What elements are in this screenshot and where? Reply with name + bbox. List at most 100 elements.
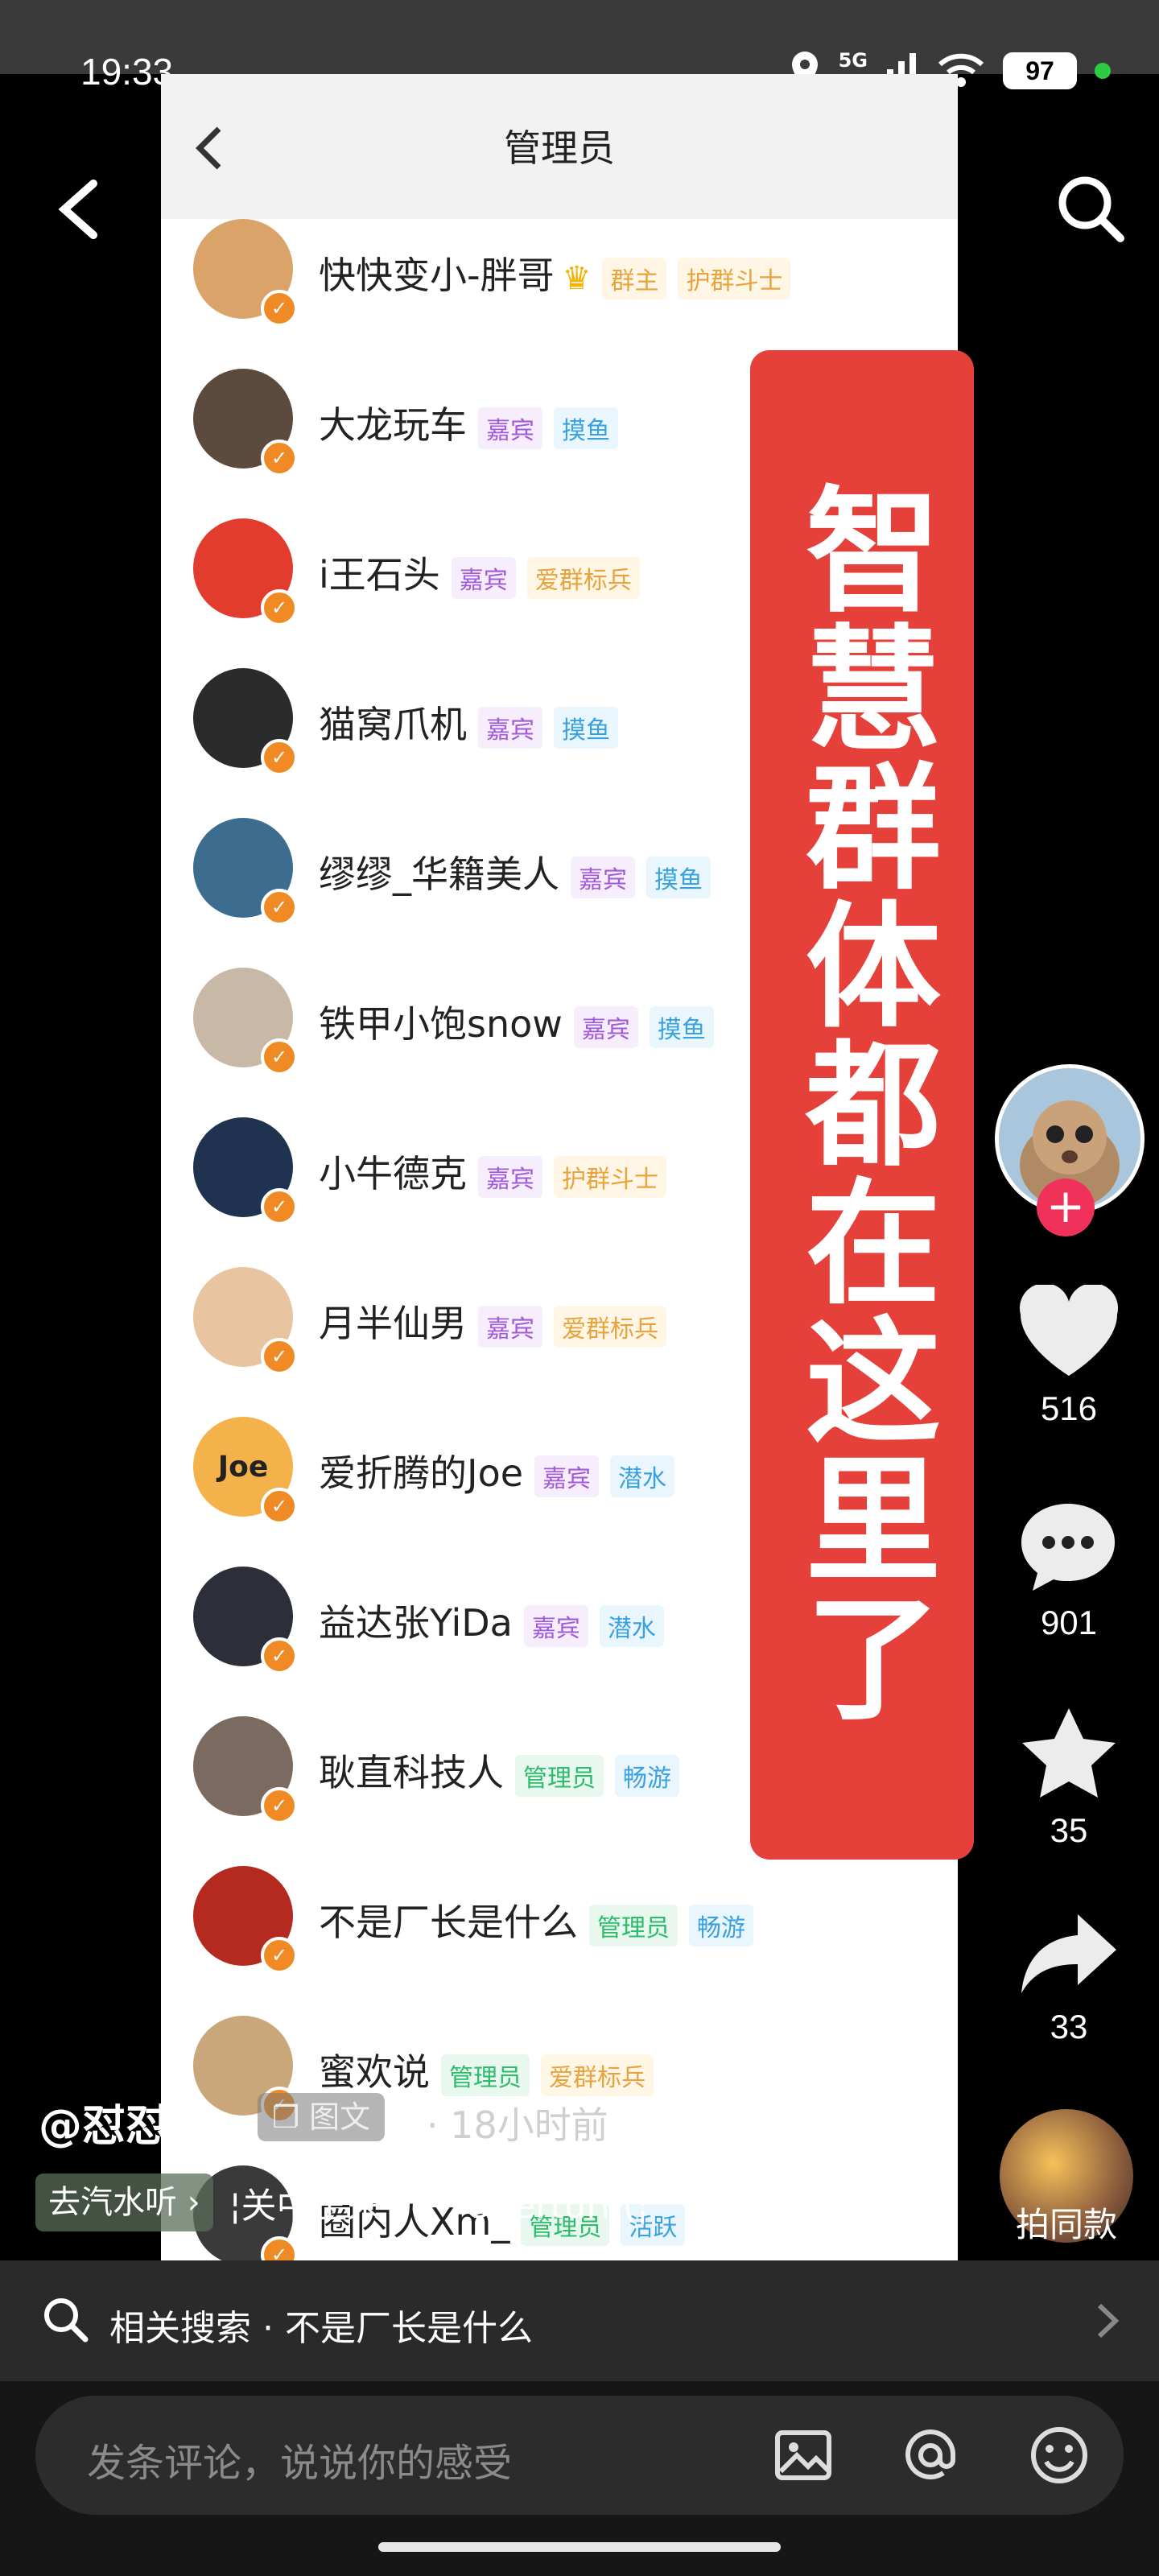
member-tag: 潜水 xyxy=(610,1455,675,1497)
share-count: 33 xyxy=(1050,2008,1088,2046)
network-label: 5G xyxy=(838,49,868,72)
member-row[interactable]: ✓ 不是厂长是什么 管理员 畅游 xyxy=(161,1842,958,1992)
image-post-icon: ❐ xyxy=(272,2099,300,2135)
banner-text: 智慧群体都在这里了 xyxy=(782,480,941,1726)
verified-badge-icon: ✓ xyxy=(261,1937,298,1974)
member-name: 不是厂长是什么 xyxy=(319,1901,578,1944)
member-tag: 潜水 xyxy=(599,1604,664,1647)
member-tag: 嘉宾 xyxy=(478,1155,542,1198)
member-tag: 摸鱼 xyxy=(554,407,618,449)
verified-badge-icon: ✓ xyxy=(261,290,298,327)
member-tag: 嘉宾 xyxy=(451,556,516,599)
verified-badge-icon: ✓ xyxy=(261,1787,298,1824)
member-name-line: 益达张YiDa 嘉宾 潜水 xyxy=(319,1594,664,1647)
member-tag: 护群斗士 xyxy=(678,257,791,299)
verified-badge-icon: ✓ xyxy=(261,440,298,477)
member-name: 铁甲小饱snow xyxy=(319,1002,563,1046)
member-tag: 管理员 xyxy=(515,1754,604,1797)
like-button[interactable]: 516 xyxy=(998,1282,1140,1428)
music-row[interactable]: 去汽水听 › ¦关中王来了） Overturn(¦ xyxy=(35,2174,649,2231)
member-name-line: 猫窝爪机 嘉宾 摸鱼 xyxy=(319,696,618,749)
member-tag: 嘉宾 xyxy=(523,1604,588,1647)
author-name[interactable]: @怼怼猫 xyxy=(39,2090,212,2153)
back-arrow-icon[interactable] xyxy=(55,177,103,242)
image-title: 管理员 xyxy=(504,126,615,170)
member-name: 耿直科技人 xyxy=(319,1751,504,1794)
member-name-line: 快快变小-胖哥 ♛ 群主 护群斗士 xyxy=(319,246,791,299)
member-tag: 嘉宾 xyxy=(478,1305,542,1348)
member-name: 小牛德克 xyxy=(319,1152,467,1195)
member-name-line: 小牛德克 嘉宾 护群斗士 xyxy=(319,1145,666,1198)
member-name-line: 爱折腾的Joe 嘉宾 潜水 xyxy=(319,1444,675,1497)
privacy-dot xyxy=(1095,63,1111,79)
same-style-label[interactable]: 拍同款 xyxy=(990,2198,1143,2247)
post-type-chip: ❐ 图文 xyxy=(258,2093,386,2141)
member-name: 快快变小-胖哥 xyxy=(319,254,555,297)
music-title: ¦关中王来了） Overturn(¦ xyxy=(229,2186,649,2227)
member-name-line: 缪缪_华籍美人 嘉宾 摸鱼 xyxy=(319,845,711,898)
member-name-line: i王石头 嘉宾 爱群标兵 xyxy=(319,546,640,599)
member-name-line: 蜜欢说 管理员 爱群标兵 xyxy=(319,2043,654,2096)
favorite-button[interactable]: 35 xyxy=(998,1705,1140,1850)
member-tag: 嘉宾 xyxy=(573,1005,638,1048)
member-tag: 嘉宾 xyxy=(478,407,542,449)
member-tag: 嘉宾 xyxy=(571,856,635,898)
star-icon xyxy=(1022,1708,1116,1798)
verified-badge-icon: ✓ xyxy=(261,1038,298,1075)
member-row[interactable]: ✓ 快快变小-胖哥 ♛ 群主 护群斗士 xyxy=(161,195,958,345)
image-picker-icon[interactable] xyxy=(771,2423,835,2487)
member-name: 月半仙男 xyxy=(319,1302,467,1345)
member-tag: 管理员 xyxy=(441,2054,530,2096)
post-type-label: 图文 xyxy=(309,2099,371,2135)
member-tag: 畅游 xyxy=(615,1754,679,1797)
member-tag: 摸鱼 xyxy=(649,1005,714,1048)
crown-icon: ♛ xyxy=(562,259,592,297)
member-tag: 摸鱼 xyxy=(554,706,618,749)
follow-button[interactable]: + xyxy=(1037,1179,1095,1236)
member-name-line: 月半仙男 嘉宾 爱群标兵 xyxy=(319,1294,666,1348)
at-mention-icon[interactable] xyxy=(898,2423,963,2487)
member-tag: 摸鱼 xyxy=(646,856,711,898)
emoji-icon[interactable] xyxy=(1027,2423,1091,2487)
verified-badge-icon: ✓ xyxy=(261,589,298,626)
status-time: 19:33 xyxy=(80,51,174,93)
verified-badge-icon: ✓ xyxy=(261,1338,298,1375)
member-tag: 嘉宾 xyxy=(534,1455,600,1497)
member-name-line: 不是厂长是什么 管理员 畅游 xyxy=(319,1893,753,1946)
comment-button[interactable]: 901 xyxy=(998,1499,1140,1642)
comment-placeholder: 发条评论，说说你的感受 xyxy=(87,2441,513,2486)
chevron-right-icon xyxy=(1097,2303,1120,2339)
search-icon[interactable] xyxy=(1054,172,1127,245)
post-time: · 18小时前 xyxy=(427,2103,608,2147)
verified-badge-icon: ✓ xyxy=(261,889,298,926)
comment-bubble-icon xyxy=(1021,1504,1115,1591)
member-name: 大龙玩车 xyxy=(319,403,467,447)
member-name: 猫窝爪机 xyxy=(319,703,467,746)
like-count: 516 xyxy=(1040,1389,1098,1427)
member-tag: 群主 xyxy=(602,257,667,299)
music-app-chip[interactable]: 去汽水听 › xyxy=(35,2174,213,2231)
member-tag: 爱群标兵 xyxy=(526,556,640,599)
share-arrow-icon xyxy=(1021,1914,1116,1993)
member-tag: 护群斗士 xyxy=(554,1155,666,1198)
battery-indicator: 97 xyxy=(1003,52,1077,89)
verified-badge-icon: ✓ xyxy=(261,1637,298,1674)
member-tag: 爱群标兵 xyxy=(541,2054,654,2096)
member-tag: 畅游 xyxy=(689,1904,753,1946)
member-name: 益达张YiDa xyxy=(319,1601,513,1645)
member-tag: 嘉宾 xyxy=(478,706,542,749)
share-button[interactable]: 33 xyxy=(998,1909,1140,2046)
member-name: 爱折腾的Joe xyxy=(319,1451,524,1495)
comment-count: 901 xyxy=(1040,1604,1098,1641)
member-tag: 爱群标兵 xyxy=(554,1305,666,1348)
heart-icon xyxy=(1019,1282,1119,1376)
member-tag: 管理员 xyxy=(589,1904,678,1946)
home-indicator[interactable] xyxy=(378,2542,781,2552)
verified-badge-icon: ✓ xyxy=(261,739,298,776)
member-name-line: 大龙玩车 嘉宾 摸鱼 xyxy=(319,396,618,449)
member-name-line: 铁甲小饱snow 嘉宾 摸鱼 xyxy=(319,995,714,1048)
member-name: 蜜欢说 xyxy=(319,2050,430,2094)
search-icon xyxy=(44,2298,89,2343)
verified-badge-icon: ✓ xyxy=(261,1188,298,1225)
related-search-text: 相关搜索 · 不是厂长是什么 xyxy=(109,2308,533,2349)
